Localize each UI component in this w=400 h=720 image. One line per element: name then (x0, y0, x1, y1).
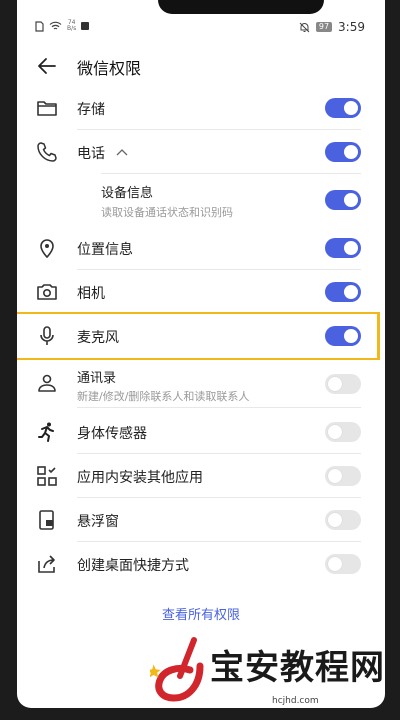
folder-icon (37, 101, 57, 116)
network-speed: 74 B/s (67, 20, 76, 32)
permission-row-camera[interactable]: 相机 (17, 270, 385, 314)
watermark: 宝安教程网 hcjhd.com (150, 630, 400, 720)
permission-row-phone[interactable]: 电话 (17, 130, 385, 174)
permission-row-contacts[interactable]: 通讯录 新建/修改/删除联系人和读取联系人 (17, 362, 385, 408)
permission-row-floating-window[interactable]: 悬浮窗 (17, 498, 385, 542)
permission-label: 相机 (77, 286, 105, 302)
divider (77, 407, 361, 408)
contacts-toggle[interactable] (325, 374, 361, 394)
wifi-icon (49, 21, 62, 30)
permission-label: 位置信息 (77, 242, 133, 258)
apps-icon (37, 466, 57, 486)
watermark-url: hcjhd.com (272, 696, 319, 706)
permission-row-device-info[interactable]: 设备信息 读取设备通话状态和识别码 (17, 174, 385, 224)
chevron-up-icon[interactable] (115, 147, 129, 157)
speed-unit: B/s (67, 25, 77, 32)
watermark-title: 宝安教程网 (210, 648, 385, 688)
permission-label: 创建桌面快捷方式 (77, 558, 189, 574)
clock: 3:59 (338, 20, 365, 34)
permission-row-storage[interactable]: 存储 (17, 86, 385, 130)
floating-window-icon (39, 510, 54, 530)
sim-icon (35, 20, 44, 32)
permission-label: 身体传感器 (77, 426, 147, 442)
permission-subtitle: 新建/修改/删除联系人和读取联系人 (77, 390, 250, 403)
permission-row-location[interactable]: 位置信息 (17, 226, 385, 270)
camera-toggle[interactable] (325, 282, 361, 302)
permission-label: 麦克风 (77, 330, 119, 346)
app-header: 微信权限 (17, 46, 385, 86)
permission-label: 悬浮窗 (77, 514, 119, 530)
shortcut-toggle[interactable] (325, 554, 361, 574)
body-sensors-toggle[interactable] (325, 422, 361, 442)
install-apps-toggle[interactable] (325, 466, 361, 486)
watermark-logo-icon (150, 637, 204, 702)
permission-label: 设备信息 (101, 186, 154, 201)
page-title: 微信权限 (77, 59, 142, 78)
running-icon (38, 422, 54, 442)
microphone-icon (40, 326, 54, 345)
phone-toggle[interactable] (325, 142, 361, 162)
permission-row-shortcut[interactable]: 创建桌面快捷方式 (17, 542, 385, 586)
device-info-toggle[interactable] (325, 190, 361, 210)
permission-row-install-apps[interactable]: 应用内安装其他应用 (17, 454, 385, 498)
mute-icon (299, 22, 310, 32)
permission-row-microphone[interactable]: 麦克风 (17, 314, 385, 358)
location-icon (40, 239, 54, 259)
back-arrow-icon[interactable] (35, 54, 59, 78)
contacts-icon (38, 374, 56, 392)
permission-label: 应用内安装其他应用 (77, 470, 203, 486)
battery-icon: 97 (315, 22, 333, 32)
view-all-permissions-link[interactable]: 查看所有权限 (17, 604, 385, 623)
permission-row-body-sensors[interactable]: 身体传感器 (17, 410, 385, 454)
shortcut-icon (38, 555, 55, 573)
permission-label: 电话 (77, 146, 105, 162)
notification-icon (81, 22, 90, 30)
storage-toggle[interactable] (325, 98, 361, 118)
permission-subtitle: 读取设备通话状态和识别码 (101, 206, 233, 219)
permission-label: 存储 (77, 102, 105, 118)
floating-window-toggle[interactable] (325, 510, 361, 530)
permission-label: 通讯录 (77, 371, 117, 386)
camera-icon (37, 284, 57, 300)
phone-screen: 74 B/s 97 3:59 微信权限 存储 电话 设备信息 读取设备通话状态和… (17, 0, 385, 708)
camera-notch (158, 0, 324, 14)
microphone-toggle[interactable] (325, 326, 361, 346)
location-toggle[interactable] (325, 238, 361, 258)
phone-icon (37, 142, 57, 162)
